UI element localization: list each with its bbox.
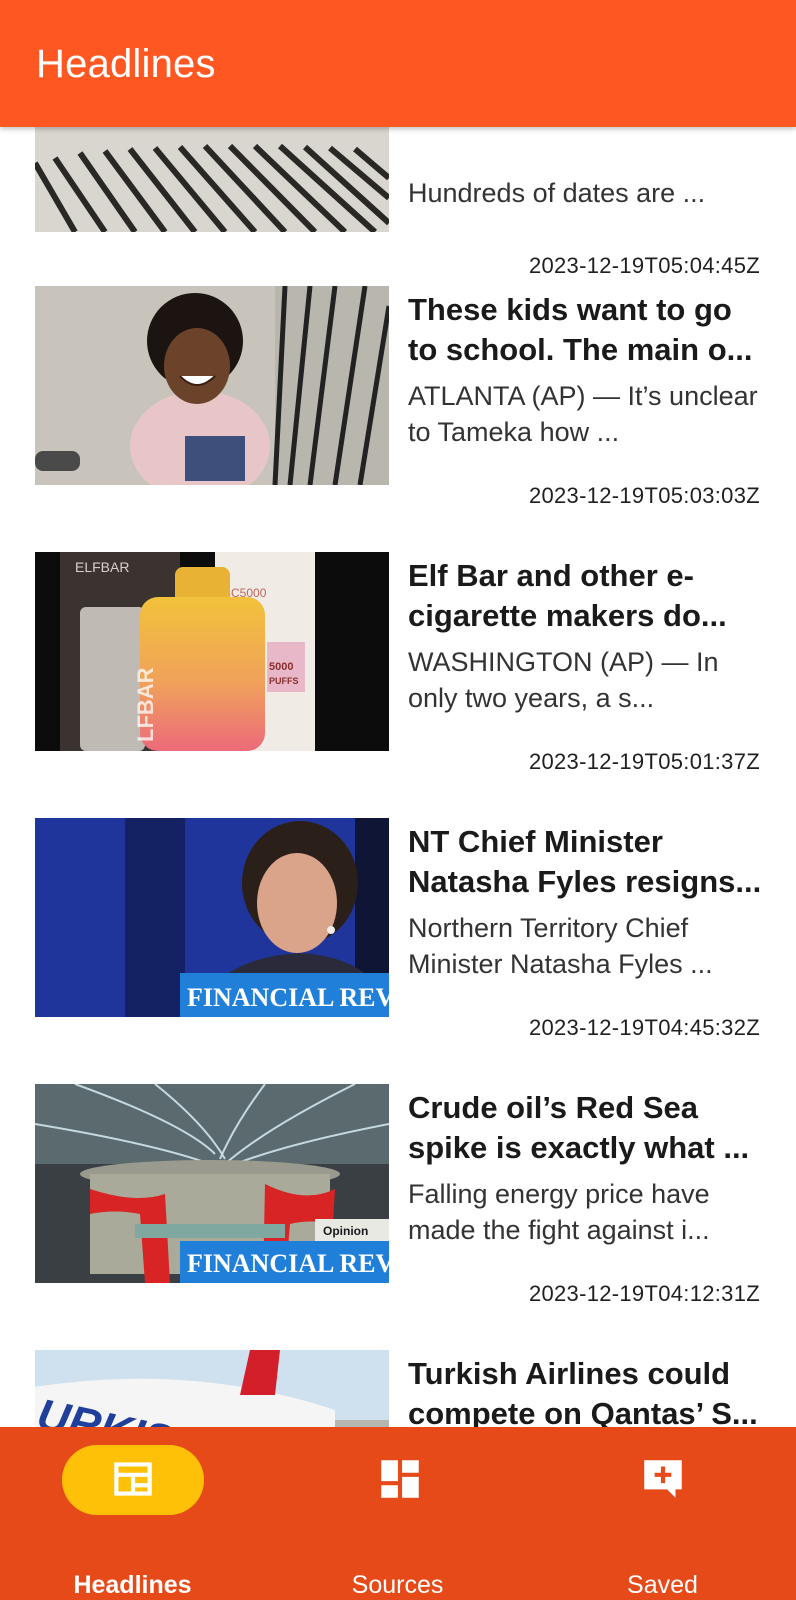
thumb-puffs-count: 5000	[269, 661, 293, 673]
add-comment-icon	[644, 1460, 682, 1498]
article-summary: Northern Territory Chief Minister Natash…	[408, 913, 713, 979]
article-card[interactable]: ELFBAR BC5000 5000 PUFFS LFBAR Elf Bar a…	[0, 552, 796, 812]
article-timestamp: 2023-12-19T04:12:31Z	[528, 1281, 760, 1306]
bottom-navigation: Headlines Sources Saved	[0, 1427, 796, 1600]
article-thumbnail[interactable]: Opinion FINANCIAL REVIEW	[35, 1084, 389, 1283]
oil-barrel-illustration: Opinion FINANCIAL REVIEW	[35, 1084, 389, 1283]
nav-label-saved: Saved	[627, 1571, 698, 1599]
thumb-device-text: LFBAR	[133, 667, 158, 742]
article-timestamp: 2023-12-19T04:45:32Z	[528, 1015, 760, 1040]
article-summary: WASHINGTON (AP) — In only two years, a s…	[408, 647, 719, 713]
thumb-publication-text: FINANCIAL REVIEW	[187, 983, 389, 1012]
article-thumbnail[interactable]: FINANCIAL REVIEW	[35, 818, 389, 1017]
nav-label-headlines: Headlines	[73, 1571, 192, 1599]
app-bar: Headlines	[0, 0, 796, 127]
dashboard-grid-icon	[381, 1460, 419, 1498]
nav-label-sources: Sources	[351, 1571, 444, 1599]
article-timestamp: 2023-12-19T05:01:37Z	[528, 749, 760, 774]
date-palm-rows-photo	[35, 127, 389, 232]
article-card[interactable]: Opinion FINANCIAL REVIEW Crude oil’s Red…	[0, 1084, 796, 1344]
article-thumbnail[interactable]	[35, 127, 389, 232]
thumb-brand-text: ELFBAR	[75, 559, 129, 575]
newspaper-icon	[114, 1462, 152, 1496]
article-thumbnail[interactable]: ELFBAR BC5000 5000 PUFFS LFBAR	[35, 552, 389, 751]
article-summary: Hundreds of dates are ...	[408, 178, 706, 208]
article-summary: ATLANTA (AP) — It’s unclear to Tameka ho…	[408, 381, 758, 447]
thumb-opinion-label: Opinion	[323, 1224, 368, 1238]
article-thumbnail[interactable]	[35, 286, 389, 485]
article-thumbnail[interactable]: URKISH	[35, 1350, 389, 1427]
nav-item-headlines[interactable]: Headlines	[0, 1427, 265, 1600]
article-card[interactable]: FINANCIAL REVIEW NT Chief Minister Natas…	[0, 818, 796, 1078]
article-card[interactable]: These kids want to go to school. The mai…	[0, 286, 796, 546]
turkish-airlines-plane-photo: URKISH	[35, 1350, 389, 1427]
article-timestamp: 2023-12-19T05:03:03Z	[528, 483, 760, 508]
article-summary: Falling energy price have made the fight…	[408, 1179, 710, 1245]
article-card[interactable]: Hundreds of dates are ... 2023-12-19T05:…	[0, 127, 796, 293]
nav-item-sources[interactable]: Sources	[265, 1427, 530, 1600]
article-headline: NT Chief Minister Natasha Fyles resigns.…	[408, 824, 762, 899]
politician-portrait-photo: FINANCIAL REVIEW	[35, 818, 389, 1017]
headlines-feed[interactable]: Hundreds of dates are ... 2023-12-19T05:…	[0, 127, 796, 1427]
article-card[interactable]: URKISH Turkish Airlines could compete on…	[0, 1350, 796, 1427]
page-title: Headlines	[36, 42, 216, 86]
thumb-publication-text: FINANCIAL REVIEW	[187, 1249, 389, 1278]
vape-device-photo: ELFBAR BC5000 5000 PUFFS LFBAR	[35, 552, 389, 751]
article-headline: These kids want to go to school. The mai…	[408, 292, 753, 367]
article-headline: Turkish Airlines could compete on Qantas…	[408, 1356, 758, 1427]
nav-item-saved[interactable]: Saved	[530, 1427, 795, 1600]
article-headline: Elf Bar and other e-cigarette makers do.…	[408, 558, 727, 633]
article-timestamp: 2023-12-19T05:04:45Z	[528, 253, 760, 278]
smiling-child-photo	[35, 286, 389, 485]
article-headline: Crude oil’s Red Sea spike is exactly wha…	[408, 1090, 750, 1165]
thumb-puffs-label: PUFFS	[269, 676, 299, 686]
